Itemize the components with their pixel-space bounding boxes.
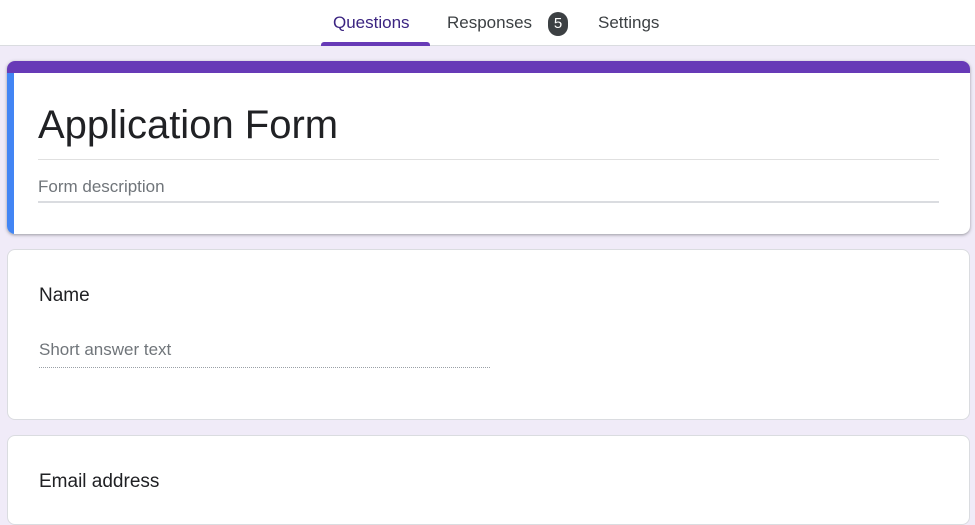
tab-questions[interactable]: Questions bbox=[333, 0, 410, 46]
question-title: Name bbox=[39, 285, 90, 306]
title-divider bbox=[38, 159, 939, 160]
theme-color-strip bbox=[7, 61, 970, 73]
question-card-name[interactable]: Name Short answer text bbox=[7, 249, 970, 420]
question-card-email[interactable]: Email address bbox=[7, 435, 970, 525]
selected-card-indicator bbox=[7, 73, 14, 234]
description-underline bbox=[38, 201, 939, 203]
form-description-field[interactable]: Form description bbox=[38, 175, 165, 199]
tab-responses[interactable]: Responses bbox=[447, 0, 532, 46]
form-tab-bar: Questions Responses 5 Settings bbox=[0, 0, 975, 46]
short-answer-underline bbox=[39, 367, 490, 368]
tab-settings[interactable]: Settings bbox=[598, 0, 659, 46]
active-tab-indicator bbox=[321, 42, 430, 46]
form-header-card[interactable]: Application Form Form description bbox=[7, 61, 970, 234]
question-title: Email address bbox=[39, 471, 160, 492]
responses-count-badge[interactable]: 5 bbox=[548, 12, 568, 36]
form-title[interactable]: Application Form bbox=[38, 99, 338, 151]
short-answer-placeholder: Short answer text bbox=[39, 340, 172, 359]
